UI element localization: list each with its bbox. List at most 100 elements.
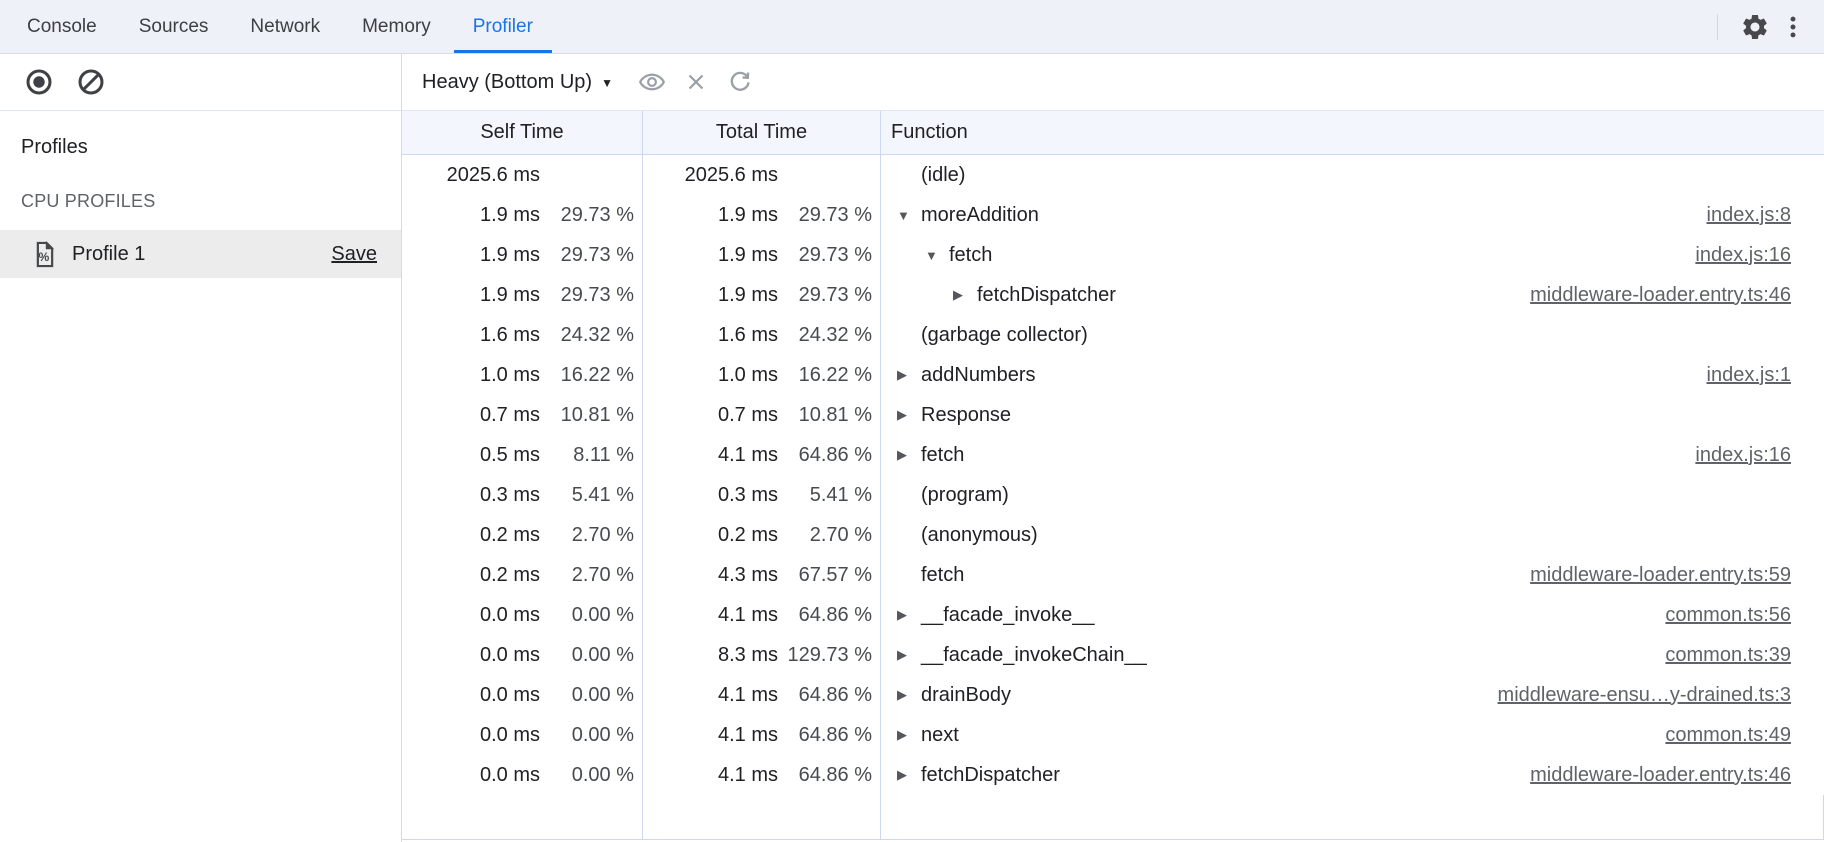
table-row[interactable]: 0.2 ms2.70 %0.2 ms2.70 %(anonymous) (402, 515, 1824, 555)
table-row[interactable]: 0.0 ms0.00 %4.1 ms64.86 %▶drainBodymiddl… (402, 675, 1824, 715)
source-link[interactable]: common.ts:39 (1665, 644, 1791, 667)
table-row[interactable]: 0.0 ms0.00 %4.1 ms64.86 %▶__facade_invok… (402, 595, 1824, 635)
total-time-cell: 1.6 ms24.32 % (643, 315, 881, 355)
source-link[interactable]: index.js:16 (1695, 444, 1791, 467)
time-percent-value: 64.86 % (778, 764, 872, 787)
tab-profiler[interactable]: Profiler (452, 0, 554, 53)
table-row[interactable]: 2025.6 ms2025.6 ms(idle) (402, 155, 1824, 195)
table-row[interactable]: 0.0 ms0.00 % 4.1 ms64.86 % ▶fetchDispatche… (402, 755, 1824, 795)
more-options-button[interactable] (1774, 8, 1812, 46)
table-row[interactable]: 0.3 ms5.41 %0.3 ms5.41 %(program) (402, 475, 1824, 515)
grid-body: 2025.6 ms2025.6 ms(idle)1.9 ms29.73 %1.9… (402, 155, 1824, 842)
total-time-cell: 8.3 ms129.73 % (643, 635, 881, 675)
clear-profiles-button[interactable] (72, 63, 110, 101)
table-row[interactable]: 0.7 ms10.81 %0.7 ms10.81 %▶Response (402, 395, 1824, 435)
disclosure-triangle-collapsed-icon[interactable]: ▶ (897, 367, 921, 383)
self-time-cell: 1.9 ms29.73 % (402, 275, 643, 315)
time-ms-value: 4.3 ms (718, 564, 778, 587)
function-name: (garbage collector) (921, 324, 1088, 347)
time-percent-value: 0.00 % (540, 644, 634, 667)
table-row[interactable]: 0.2 ms2.70 %4.3 ms67.57 %fetchmiddleware… (402, 555, 1824, 595)
disclosure-triangle-collapsed-icon[interactable]: ▶ (897, 687, 921, 703)
source-link[interactable]: index.js:8 (1707, 204, 1792, 227)
tab-sources[interactable]: Sources (118, 0, 230, 53)
disclosure-triangle-collapsed-icon[interactable]: ▶ (897, 607, 921, 623)
view-mode-dropdown[interactable]: Heavy (Bottom Up) ▼ (416, 67, 619, 98)
total-time-cell: 0.2 ms2.70 % (643, 515, 881, 555)
time-ms-value: 4.1 ms (718, 764, 778, 787)
tab-label: Memory (362, 16, 431, 38)
profile-data-grid: Self Time Total Time Function 2025.6 ms2… (402, 111, 1824, 842)
total-time-cell: 4.1 ms64.86 % (643, 435, 881, 475)
tab-console[interactable]: Console (6, 0, 118, 53)
function-cell: ▶fetchDispatchermiddleware-loader.entry.… (881, 755, 1824, 795)
table-row[interactable]: 1.9 ms29.73 %1.9 ms29.73 %▶fetchDispatch… (402, 275, 1824, 315)
cpu-profiles-heading: CPU PROFILES (21, 191, 401, 212)
exclude-function-button[interactable] (677, 63, 715, 101)
column-header-function[interactable]: Function (881, 111, 1824, 154)
focus-function-button[interactable] (633, 63, 671, 101)
table-row[interactable]: 1.0 ms16.22 %1.0 ms16.22 %▶addNumbersind… (402, 355, 1824, 395)
grid-filler (402, 795, 1824, 840)
self-time-cell: 0.0 ms0.00 % (402, 715, 643, 755)
profile-name: Profile 1 (72, 243, 145, 266)
disclosure-triangle-collapsed-icon[interactable]: ▶ (897, 767, 921, 783)
time-ms-value: 8.3 ms (718, 644, 778, 667)
disclosure-triangle-expanded-icon[interactable]: ▼ (897, 208, 921, 223)
time-percent-value: 8.11 % (540, 444, 634, 467)
time-ms-value: 1.0 ms (718, 364, 778, 387)
record-button[interactable] (20, 63, 58, 101)
table-row[interactable]: 1.9 ms29.73 %1.9 ms29.73 %▼moreAdditioni… (402, 195, 1824, 235)
disclosure-triangle-collapsed-icon[interactable]: ▶ (897, 447, 921, 463)
table-row[interactable]: 0.0 ms0.00 %8.3 ms129.73 %▶__facade_invo… (402, 635, 1824, 675)
grid-action-buttons (633, 63, 759, 101)
time-percent-value: 0.00 % (540, 604, 634, 627)
time-percent-value: 0.00 % (540, 724, 634, 747)
column-header-total-time[interactable]: Total Time (643, 111, 881, 154)
time-ms-value: 2025.6 ms (685, 164, 778, 187)
source-link[interactable]: middleware-loader.entry.ts:59 (1530, 564, 1791, 587)
settings-button[interactable] (1736, 8, 1774, 46)
time-percent-value: 64.86 % (778, 604, 872, 627)
tab-network[interactable]: Network (229, 0, 341, 53)
time-percent-value: 29.73 % (540, 284, 634, 307)
time-percent-value: 2.70 % (778, 524, 872, 547)
source-link[interactable]: middleware-loader.entry.ts:46 (1530, 284, 1791, 307)
restore-functions-button[interactable] (721, 63, 759, 101)
time-percent-value: 64.86 % (778, 724, 872, 747)
refresh-icon (726, 68, 754, 96)
time-ms-value: 1.9 ms (480, 204, 540, 227)
time-ms-value: 0.0 ms (480, 764, 540, 787)
disclosure-triangle-collapsed-icon[interactable]: ▶ (897, 727, 921, 743)
profile-list-item[interactable]: % Profile 1 Save (0, 230, 401, 278)
disclosure-triangle-collapsed-icon[interactable]: ▶ (953, 287, 977, 303)
self-time-cell: 1.9 ms29.73 % (402, 195, 643, 235)
time-ms-value: 0.3 ms (718, 484, 778, 507)
source-link[interactable]: middleware-loader.entry.ts:46 (1530, 764, 1791, 787)
table-row[interactable]: 1.9 ms29.73 %1.9 ms29.73 %▼fetchindex.js… (402, 235, 1824, 275)
source-link[interactable]: middleware-ensu…y-drained.ts:3 (1498, 684, 1791, 707)
time-percent-value: 0.00 % (540, 684, 634, 707)
source-link[interactable]: common.ts:49 (1665, 724, 1791, 747)
disclosure-triangle-collapsed-icon[interactable]: ▶ (897, 407, 921, 423)
table-row[interactable]: 1.6 ms24.32 %1.6 ms24.32 %(garbage colle… (402, 315, 1824, 355)
time-percent-value: 29.73 % (778, 204, 872, 227)
function-cell: ▶__facade_invoke__common.ts:56 (881, 595, 1824, 635)
column-header-self-time[interactable]: Self Time (402, 111, 643, 154)
time-percent-value: 64.86 % (778, 444, 872, 467)
save-profile-link[interactable]: Save (331, 243, 377, 266)
disclosure-triangle-collapsed-icon[interactable]: ▶ (897, 647, 921, 663)
function-cell: ▶nextcommon.ts:49 (881, 715, 1824, 755)
tab-memory[interactable]: Memory (341, 0, 452, 53)
table-row[interactable]: 0.5 ms8.11 %4.1 ms64.86 %▶fetchindex.js:… (402, 435, 1824, 475)
profile-view-toolbar: Heavy (Bottom Up) ▼ (402, 54, 1824, 111)
table-row[interactable]: 0.0 ms0.00 %4.1 ms64.86 %▶nextcommon.ts:… (402, 715, 1824, 755)
source-link[interactable]: index.js:1 (1707, 364, 1792, 387)
self-time-cell: 0.0 ms0.00 % (402, 755, 643, 795)
time-percent-value: 10.81 % (540, 404, 634, 427)
source-link[interactable]: common.ts:56 (1665, 604, 1791, 627)
disclosure-triangle-expanded-icon[interactable]: ▼ (925, 248, 949, 263)
total-time-cell: 4.1 ms64.86 % (643, 595, 881, 635)
source-link[interactable]: index.js:16 (1695, 244, 1791, 267)
time-ms-value: 0.0 ms (480, 724, 540, 747)
